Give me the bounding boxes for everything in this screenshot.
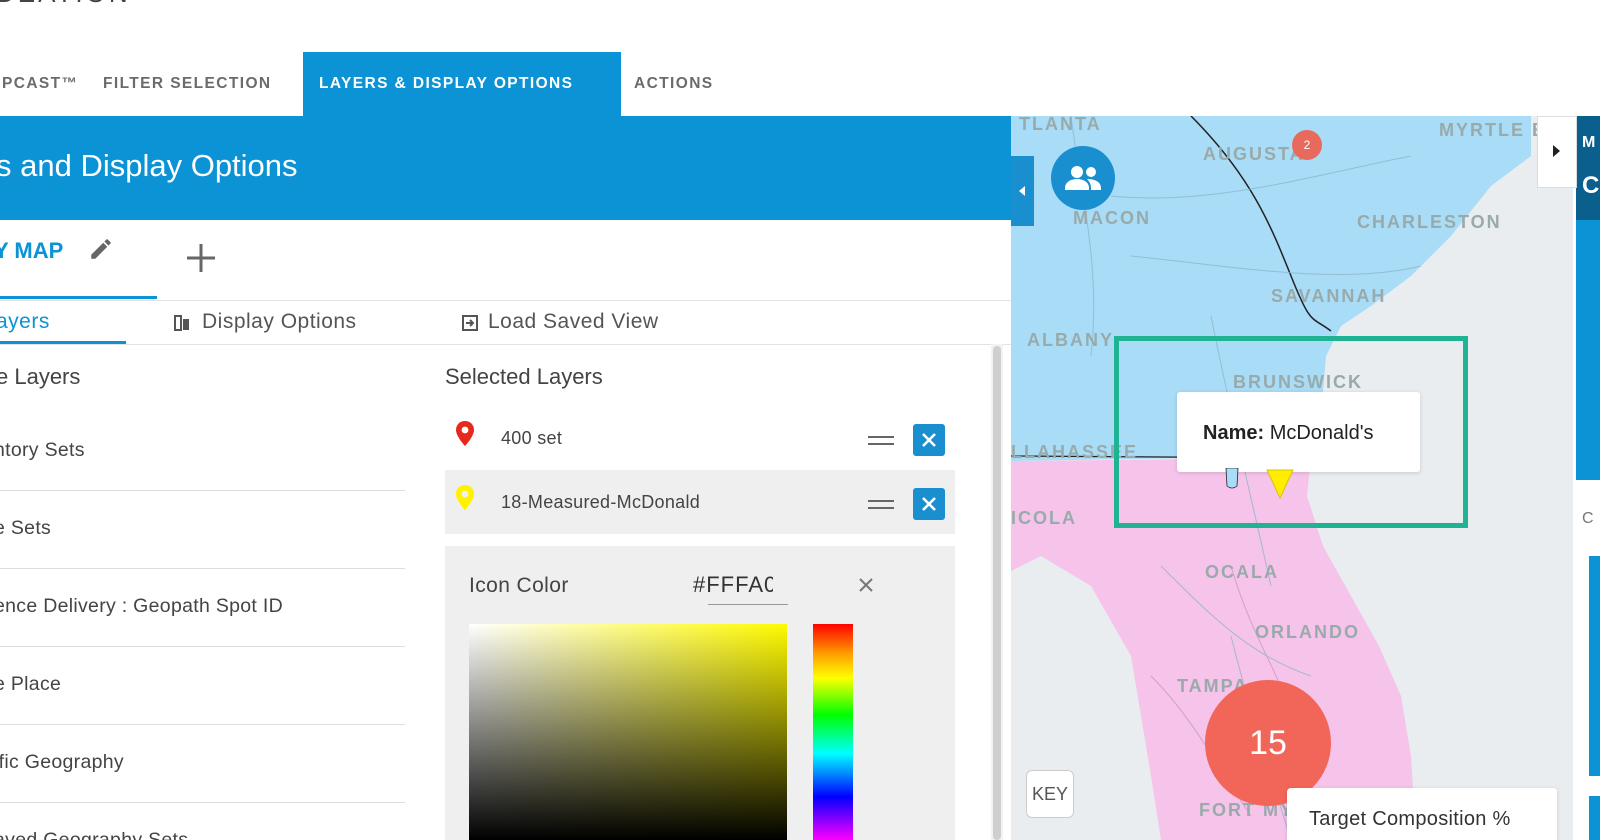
top-nav: PCAST™ FILTER SELECTION LAYERS & DISPLAY… bbox=[0, 52, 1600, 116]
drag-handle-icon[interactable] bbox=[868, 436, 894, 446]
sub-tab-load-saved-view[interactable]: Load Saved View bbox=[488, 310, 659, 334]
map-label-charleston: CHARLESTON bbox=[1357, 212, 1502, 232]
sub-tab-layers[interactable]: ayers bbox=[0, 310, 50, 334]
nav-tab-actions[interactable]: ACTIONS bbox=[618, 52, 730, 116]
map-label-macon: MACON bbox=[1073, 208, 1151, 228]
panel-title: s and Display Options bbox=[0, 148, 298, 183]
map-label-savannah: SAVANNAH bbox=[1271, 286, 1387, 306]
available-layer-item[interactable]: ntory Sets bbox=[0, 412, 405, 491]
sub-tab-display-options[interactable]: Display Options bbox=[202, 310, 357, 334]
view-tab-underline bbox=[0, 296, 157, 299]
right-panel-bar bbox=[1589, 556, 1600, 776]
legend-label: Target Composition % bbox=[1309, 808, 1511, 830]
available-layer-item[interactable]: e Place bbox=[0, 646, 405, 725]
icon-color-input-underline bbox=[708, 604, 788, 605]
collapse-panel-toggle[interactable] bbox=[1011, 156, 1034, 226]
nav-tab-filter-selection[interactable]: FILTER SELECTION bbox=[87, 52, 288, 116]
available-layer-item[interactable]: ific Geography bbox=[0, 724, 405, 803]
display-options-icon bbox=[174, 315, 189, 331]
brand-logo-text: DEATION bbox=[0, 0, 131, 9]
available-layer-item[interactable]: ence Delivery : Geopath Spot ID bbox=[0, 568, 405, 647]
tooltip-value: McDonald's bbox=[1269, 422, 1374, 444]
selected-layer-label: 400 set bbox=[501, 428, 563, 448]
plus-icon[interactable] bbox=[183, 240, 219, 276]
selected-layer-row[interactable]: 18-Measured-McDonald bbox=[445, 470, 955, 534]
view-tab-my-map[interactable]: Y MAP bbox=[0, 238, 63, 264]
map-label-augusta: AUGUSTA bbox=[1203, 144, 1305, 164]
available-layers-title: e Layers bbox=[0, 364, 81, 389]
nav-tab-layers-display-options[interactable]: LAYERS & DISPLAY OPTIONS bbox=[303, 52, 621, 116]
map-view[interactable]: TLANTA AUGUSTA MYRTLE B MACON CHARLESTON… bbox=[1011, 116, 1573, 840]
sub-tab-underline bbox=[0, 341, 126, 344]
remove-layer-button[interactable] bbox=[913, 424, 945, 456]
right-panel-header: M C bbox=[1576, 116, 1600, 220]
lake-shape bbox=[1225, 468, 1239, 489]
right-panel-bar bbox=[1589, 796, 1600, 840]
right-panel-strip: M C C bbox=[1533, 116, 1600, 840]
expand-right-panel-button[interactable] bbox=[1537, 116, 1577, 188]
map-tooltip: Name: McDonald's bbox=[1177, 392, 1420, 472]
tooltip-key: Name: bbox=[1203, 422, 1265, 444]
chevron-left-icon bbox=[1019, 186, 1025, 196]
view-tabs-row: Y MAP bbox=[0, 220, 1011, 301]
map-cluster-small[interactable]: 2 bbox=[1292, 130, 1322, 160]
panel-scrollbar[interactable] bbox=[991, 344, 1003, 840]
map-pin-icon bbox=[456, 485, 474, 510]
selected-layer-label: 18-Measured-McDonald bbox=[501, 492, 701, 512]
layers-panel: s and Display Options Y MAP ayers Displa… bbox=[0, 116, 1011, 840]
available-layer-item[interactable]: aved Geography Sets bbox=[0, 802, 405, 840]
map-pin-icon bbox=[456, 421, 474, 446]
map-label-atlanta: TLANTA bbox=[1019, 116, 1102, 134]
right-panel-body bbox=[1576, 220, 1600, 480]
drag-handle-icon[interactable] bbox=[868, 500, 894, 510]
sub-tabs-row: ayers Display Options Load Saved View bbox=[0, 300, 1011, 345]
map-pin-icon[interactable] bbox=[1265, 468, 1295, 506]
icon-color-label: Icon Color bbox=[469, 574, 569, 597]
icon-color-input[interactable] bbox=[693, 572, 773, 598]
hue-slider[interactable] bbox=[813, 624, 853, 840]
icon-color-picker: Icon Color bbox=[445, 546, 955, 840]
saturation-picker[interactable] bbox=[469, 624, 787, 840]
map-label-ocala: OCALA bbox=[1205, 562, 1279, 582]
close-icon[interactable] bbox=[857, 576, 875, 594]
panel-header: s and Display Options bbox=[0, 116, 1011, 220]
nav-tab-pcast[interactable]: PCAST™ bbox=[0, 52, 94, 116]
selected-layer-row[interactable]: 400 set bbox=[445, 406, 955, 470]
people-icon bbox=[1065, 166, 1101, 190]
map-key-button[interactable]: KEY bbox=[1026, 770, 1074, 818]
map-legend: Target Composition % bbox=[1287, 788, 1557, 840]
map-label-orlando: ORLANDO bbox=[1255, 622, 1360, 642]
selected-layers-title: Selected Layers bbox=[445, 364, 603, 389]
remove-layer-button[interactable] bbox=[913, 488, 945, 520]
load-view-icon bbox=[462, 315, 478, 331]
map-label-pensacola: ICOLA bbox=[1011, 508, 1077, 528]
pencil-icon[interactable] bbox=[88, 236, 114, 262]
map-label-myrtle: MYRTLE B bbox=[1439, 120, 1547, 140]
available-layer-item[interactable]: e Sets bbox=[0, 490, 405, 569]
audience-button[interactable] bbox=[1051, 146, 1115, 210]
chevron-right-icon bbox=[1553, 145, 1560, 157]
map-label-albany: ALBANY bbox=[1027, 330, 1114, 350]
scrollbar-thumb[interactable] bbox=[993, 346, 1001, 840]
